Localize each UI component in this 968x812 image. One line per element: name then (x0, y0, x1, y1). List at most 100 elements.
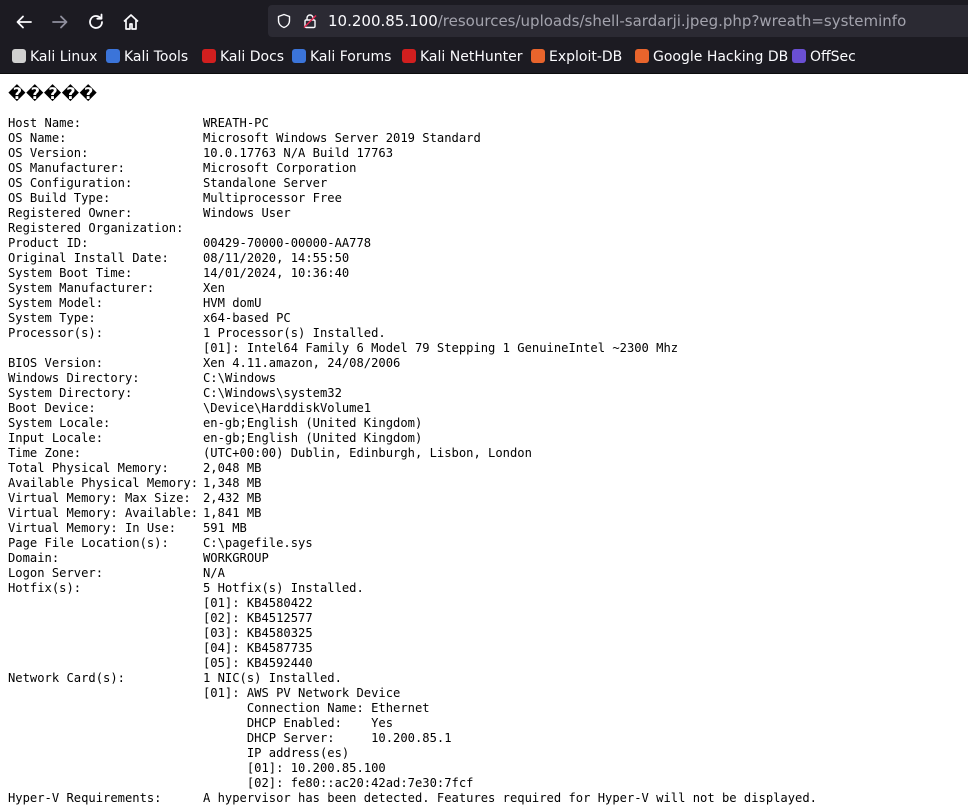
systeminfo-row: [01]: KB4580422 (8, 596, 817, 611)
back-button[interactable] (8, 6, 40, 38)
bookmarks-toolbar: Kali Linux Kali Tools Kali Docs Kali Forums… (0, 43, 968, 74)
systeminfo-key: Virtual Memory: Max Size: (8, 491, 191, 505)
systeminfo-value: x64-based PC (203, 311, 291, 325)
bookmark-kali-tools[interactable]: Kali Tools (106, 43, 188, 73)
systeminfo-key: Network Card(s): (8, 671, 125, 685)
systeminfo-value: Microsoft Windows Server 2019 Standard (203, 131, 481, 145)
bookmark-label: OffSec (810, 49, 856, 65)
systeminfo-key: System Type: (8, 311, 96, 325)
tracking-protection-shield-icon[interactable] (276, 13, 292, 29)
systeminfo-output: Host Name: WREATH-PC OS Name: Microsoft Win… (8, 116, 817, 806)
systeminfo-value: en-gb;English (United Kingdom) (203, 431, 423, 445)
systeminfo-value: DHCP Server: 10.200.85.1 (203, 731, 452, 745)
systeminfo-value: [01]: 10.200.85.100 (203, 761, 386, 775)
systeminfo-value: [02]: KB4512577 (203, 611, 313, 625)
systeminfo-row: [01]: Intel64 Family 6 Model 79 Stepping… (8, 341, 817, 356)
bookmark-kali-nethunter[interactable]: Kali NetHunter (402, 43, 522, 73)
kali-docs-icon (202, 49, 216, 63)
systeminfo-row: Domain: WORKGROUP (8, 551, 817, 566)
systeminfo-key: Product ID: (8, 236, 89, 250)
systeminfo-value: \Device\HarddiskVolume1 (203, 401, 372, 415)
systeminfo-value: (UTC+00:00) Dublin, Edinburgh, Lisbon, L… (203, 446, 532, 460)
systeminfo-value: 08/11/2020, 14:55:50 (203, 251, 350, 265)
systeminfo-value: [03]: KB4580325 (203, 626, 313, 640)
systeminfo-key: Input Locale: (8, 431, 104, 445)
systeminfo-key: Host Name: (8, 116, 82, 130)
forward-button[interactable] (44, 6, 76, 38)
systeminfo-value: 10.0.17763 N/A Build 17763 (203, 146, 394, 160)
systeminfo-key: BIOS Version: (8, 356, 104, 370)
offsec-icon (792, 49, 806, 63)
url-bar[interactable]: 10.200.85.100/resources/uploads/shell-sa… (268, 5, 968, 37)
bookmark-kali-docs[interactable]: Kali Docs (202, 43, 284, 73)
nethunter-icon (402, 49, 416, 63)
systeminfo-row: [01]: 10.200.85.100 (8, 761, 817, 776)
systeminfo-row: Network Card(s): 1 NIC(s) Installed. (8, 671, 817, 686)
systeminfo-key: Hotfix(s): (8, 581, 82, 595)
systeminfo-value: 2,048 MB (203, 461, 262, 475)
systeminfo-row: [03]: KB4580325 (8, 626, 817, 641)
systeminfo-value: 1 NIC(s) Installed. (203, 671, 342, 685)
systeminfo-key: OS Name: (8, 131, 67, 145)
systeminfo-row: System Model: HVM domU (8, 296, 817, 311)
systeminfo-row: OS Name: Microsoft Windows Server 2019 St… (8, 131, 817, 146)
kali-dragon-icon (12, 49, 26, 63)
systeminfo-row: Total Physical Memory: 2,048 MB (8, 461, 817, 476)
systeminfo-key: Hyper-V Requirements: (8, 791, 162, 805)
kali-tools-icon (106, 49, 120, 63)
systeminfo-row: OS Build Type: Multiprocessor Free (8, 191, 817, 206)
systeminfo-key: Available Physical Memory: (8, 476, 199, 490)
systeminfo-value: [01]: Intel64 Family 6 Model 79 Stepping… (203, 341, 679, 355)
systeminfo-row: [04]: KB4587735 (8, 641, 817, 656)
home-button[interactable] (115, 6, 147, 38)
systeminfo-key: System Manufacturer: (8, 281, 155, 295)
arrow-left-icon (16, 15, 32, 29)
systeminfo-key: System Directory: (8, 386, 133, 400)
systeminfo-key: System Model: (8, 296, 104, 310)
bookmark-label: Kali Linux (30, 49, 98, 65)
insecure-lock-icon[interactable] (302, 13, 318, 29)
systeminfo-row: Page File Location(s): C:\pagefile.sys (8, 536, 817, 551)
systeminfo-row: Product ID: 00429-70000-00000-AA778 (8, 236, 817, 251)
systeminfo-row: Input Locale: en-gb;English (United Kingd… (8, 431, 817, 446)
systeminfo-row: OS Manufacturer: Microsoft Corporation (8, 161, 817, 176)
systeminfo-key: OS Build Type: (8, 191, 111, 205)
systeminfo-row: [02]: fe80::ac20:42ad:7e30:7fcf (8, 776, 817, 791)
url-text[interactable]: 10.200.85.100/resources/uploads/shell-sa… (328, 5, 906, 37)
home-icon (123, 14, 139, 30)
bookmark-label: Kali Docs (220, 49, 285, 65)
arrow-right-icon (52, 15, 68, 29)
systeminfo-key: Virtual Memory: Available: (8, 506, 199, 520)
systeminfo-row: System Locale: en-gb;English (United King… (8, 416, 817, 431)
systeminfo-key: Total Physical Memory: (8, 461, 169, 475)
systeminfo-value: A hypervisor has been detected. Features… (203, 791, 817, 805)
reload-button[interactable] (80, 6, 112, 38)
bookmark-label: Kali Forums (310, 49, 392, 65)
bookmark-kali-forums[interactable]: Kali Forums (292, 43, 391, 73)
systeminfo-row: Host Name: WREATH-PC (8, 116, 817, 131)
systeminfo-row: [05]: KB4592440 (8, 656, 817, 671)
systeminfo-value: N/A (203, 566, 225, 580)
bookmark-google-hacking-db[interactable]: Google Hacking DB (635, 43, 788, 73)
systeminfo-value: 1,348 MB (203, 476, 262, 490)
bookmark-offsec[interactable]: OffSec (792, 43, 856, 73)
systeminfo-key: Boot Device: (8, 401, 96, 415)
systeminfo-value: HVM domU (203, 296, 262, 310)
bookmark-exploit-db[interactable]: Exploit-DB (531, 43, 622, 73)
systeminfo-row: Virtual Memory: Max Size: 2,432 MB (8, 491, 817, 506)
systeminfo-value: 00429-70000-00000-AA778 (203, 236, 372, 250)
systeminfo-value: C:\Windows\system32 (203, 386, 342, 400)
systeminfo-row: DHCP Enabled: Yes (8, 716, 817, 731)
systeminfo-key: System Boot Time: (8, 266, 133, 280)
systeminfo-row: BIOS Version: Xen 4.11.amazon, 24/08/2006 (8, 356, 817, 371)
systeminfo-row: Logon Server: N/A (8, 566, 817, 581)
bookmark-kali-linux[interactable]: Kali Linux (12, 43, 97, 73)
bookmark-label: Kali Tools (124, 49, 189, 65)
systeminfo-row: Windows Directory: C:\Windows (8, 371, 817, 386)
systeminfo-key: Virtual Memory: In Use: (8, 521, 177, 535)
systeminfo-row: [02]: KB4512577 (8, 611, 817, 626)
systeminfo-key: Registered Owner: (8, 206, 133, 220)
reload-icon (89, 13, 103, 29)
systeminfo-value: en-gb;English (United Kingdom) (203, 416, 423, 430)
systeminfo-row: OS Configuration: Standalone Server (8, 176, 817, 191)
